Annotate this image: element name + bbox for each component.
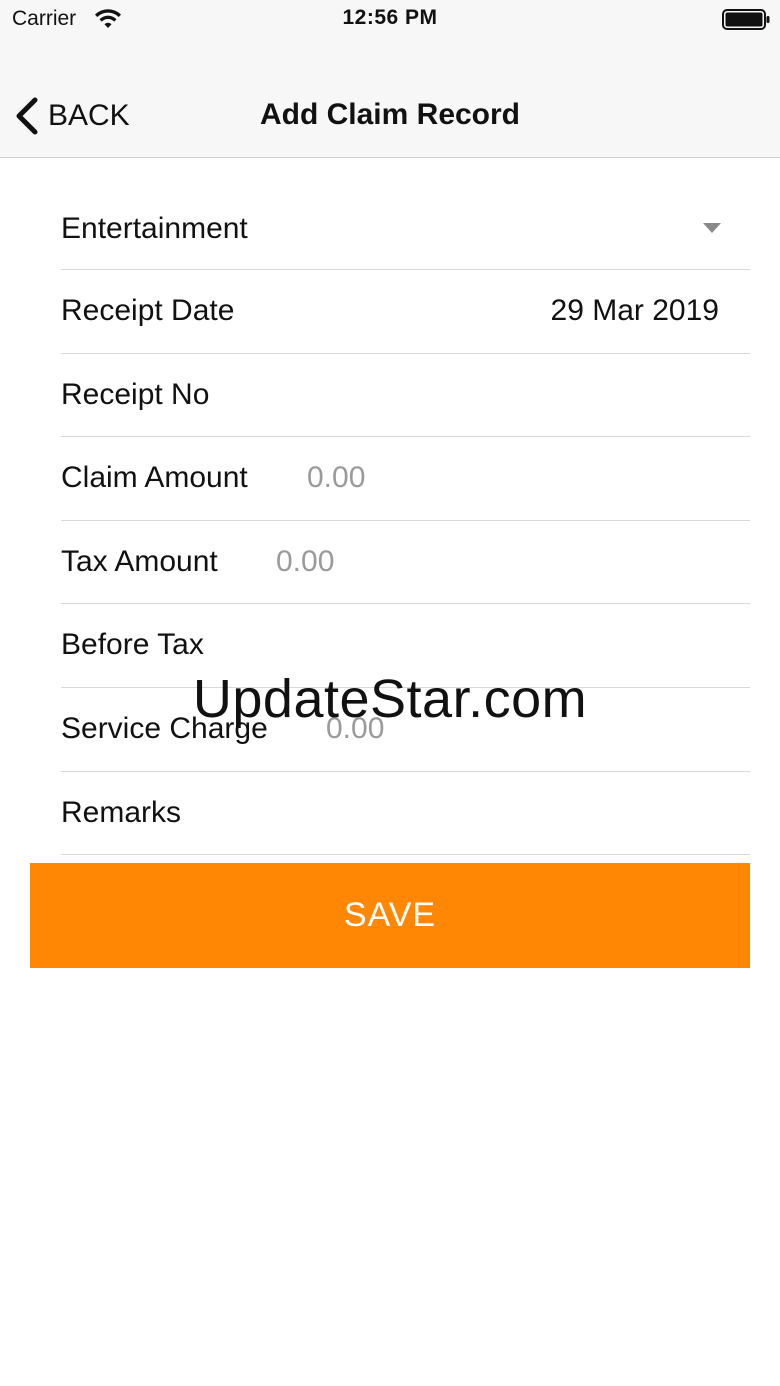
dropdown-arrow-icon (703, 223, 721, 233)
category-value: Entertainment (61, 212, 248, 245)
claim-form: Entertainment Receipt Date 29 Mar 2019 R… (61, 188, 750, 856)
receipt-date-label: Receipt Date (61, 294, 235, 327)
remarks-field[interactable]: Remarks (61, 772, 750, 856)
tax-amount-row[interactable]: Tax Amount 0.00 (61, 521, 750, 605)
page-title: Add Claim Record (259, 98, 521, 131)
status-time: 12:56 PM (342, 6, 438, 29)
remarks-label: Remarks (61, 795, 182, 829)
receipt-date-row[interactable]: Receipt Date 29 Mar 2019 (61, 270, 750, 354)
tax-amount-input[interactable]: 0.00 (276, 545, 334, 579)
receipt-no-label: Receipt No (61, 377, 210, 411)
receipt-date-value[interactable]: 29 Mar 2019 (551, 294, 719, 328)
claim-amount-label: Claim Amount (61, 461, 248, 495)
status-bar: Carrier 12:56 PM (0, 0, 780, 38)
receipt-no-field[interactable]: Receipt No (61, 354, 750, 438)
navigation-bar: BACK Add Claim Record (0, 38, 780, 158)
tax-amount-label: Tax Amount (61, 544, 218, 578)
watermark: UpdateStar.com (192, 669, 588, 729)
claim-amount-row[interactable]: Claim Amount 0.00 (61, 437, 750, 521)
battery-icon (722, 9, 770, 30)
claim-amount-input[interactable]: 0.00 (307, 461, 365, 495)
category-dropdown[interactable]: Entertainment (61, 188, 750, 270)
save-button-label: SAVE (343, 896, 437, 934)
before-tax-label: Before Tax (61, 628, 204, 662)
save-button[interactable]: SAVE (30, 863, 750, 968)
